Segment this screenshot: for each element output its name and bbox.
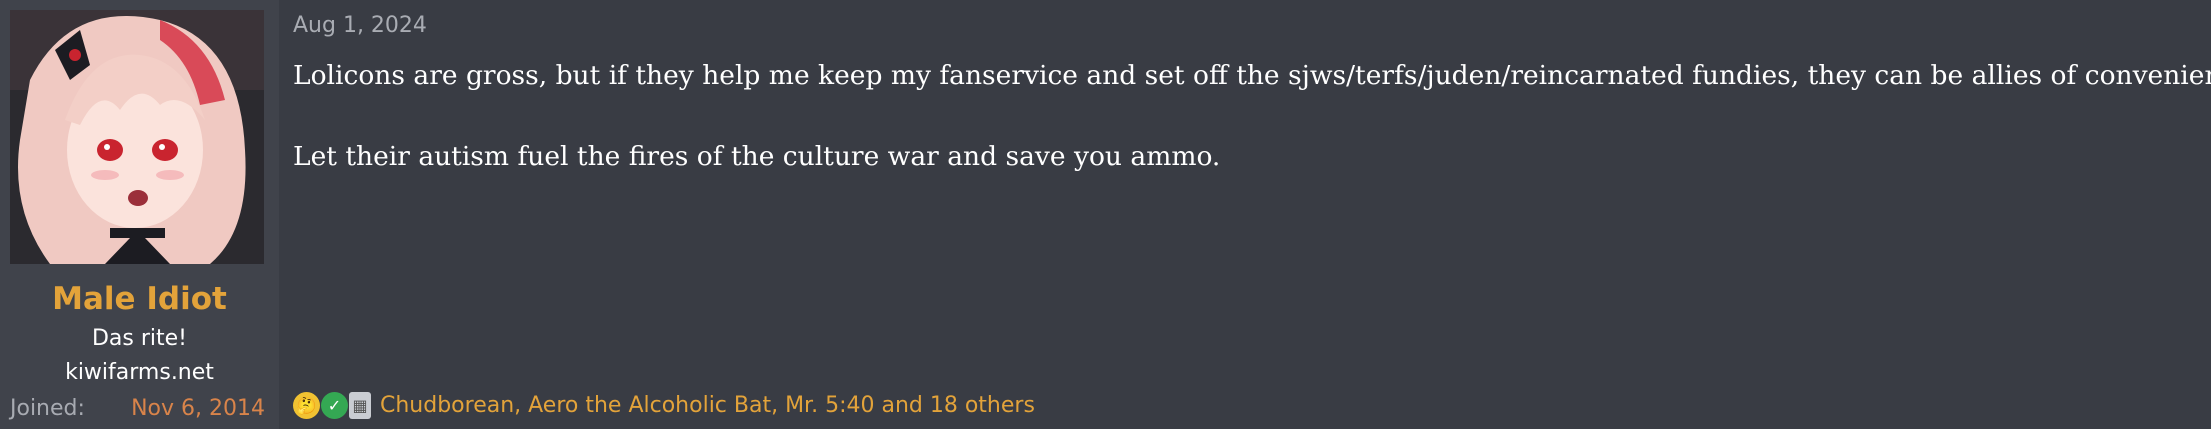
joined-date: Nov 6, 2014 bbox=[131, 396, 265, 421]
post-paragraph: Lolicons are gross, but if they help me … bbox=[293, 60, 2211, 91]
thinking-face-icon: 🤔 bbox=[293, 392, 320, 419]
reaction-users[interactable]: Chudborean, Aero the Alcoholic Bat, Mr. … bbox=[380, 393, 1035, 418]
user-info-panel: Male Idiot Das rite! kiwifarms.net Joine… bbox=[0, 0, 279, 429]
post-paragraph: Let their autism fuel the fires of the c… bbox=[293, 141, 1221, 172]
check-mark-icon: ✓ bbox=[321, 392, 348, 419]
avatar-image bbox=[10, 10, 264, 264]
post-date[interactable]: Aug 1, 2024 bbox=[293, 13, 427, 38]
user-site: kiwifarms.net bbox=[65, 360, 214, 385]
post-body: Lolicons are gross, but if they help me … bbox=[293, 56, 2211, 177]
username[interactable]: Male Idiot bbox=[0, 281, 279, 317]
user-title: Das rite! bbox=[91, 326, 187, 351]
reactions-bar[interactable]: 🤔 ✓ ▦ Chudborean, Aero the Alcoholic Bat… bbox=[293, 392, 1035, 419]
joined-label: Joined: bbox=[10, 396, 85, 421]
chart-icon: ▦ bbox=[349, 392, 371, 419]
avatar[interactable] bbox=[10, 10, 264, 264]
